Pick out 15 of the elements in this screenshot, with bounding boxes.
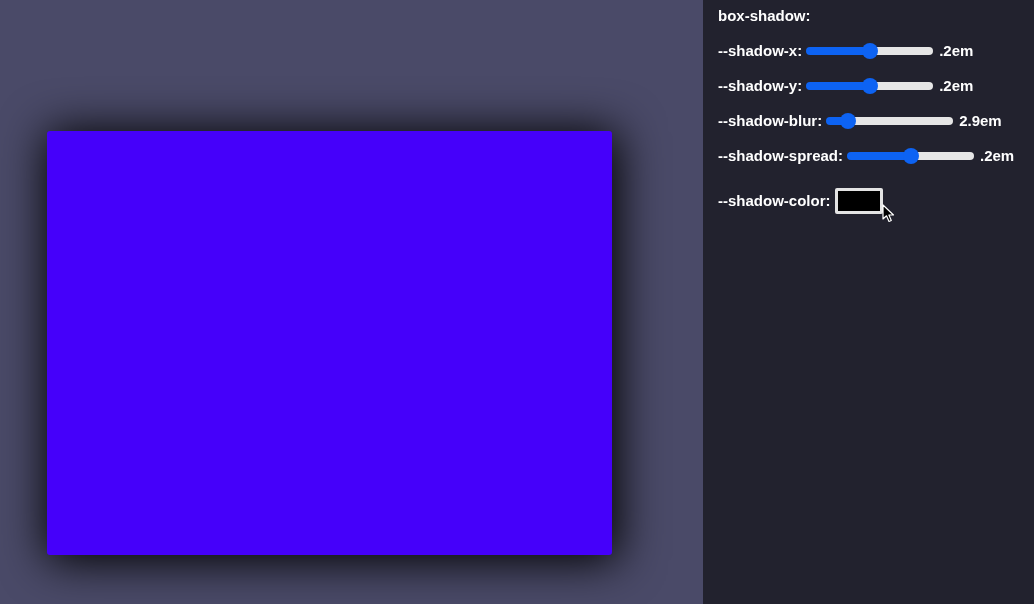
value-reading: 2.9em <box>959 112 1002 130</box>
slider-label: --shadow-spread: <box>718 147 843 165</box>
slider-label: --shadow-blur: <box>718 112 823 130</box>
panel-title: box-shadow: <box>718 7 811 25</box>
slider-label: --shadow-x: <box>718 42 803 60</box>
value-reading: .2em <box>939 42 974 60</box>
slider-thumb[interactable] <box>861 43 878 59</box>
value-reading: .2em <box>939 77 974 95</box>
slider-thumb[interactable] <box>839 113 856 129</box>
pointer-cursor-icon <box>882 204 895 223</box>
color-label: --shadow-color: <box>718 192 831 210</box>
slider-thumb[interactable] <box>861 78 878 94</box>
slider-thumb[interactable] <box>902 148 919 164</box>
value-reading: .2em <box>980 147 1015 165</box>
slider-label: --shadow-y: <box>718 77 803 95</box>
